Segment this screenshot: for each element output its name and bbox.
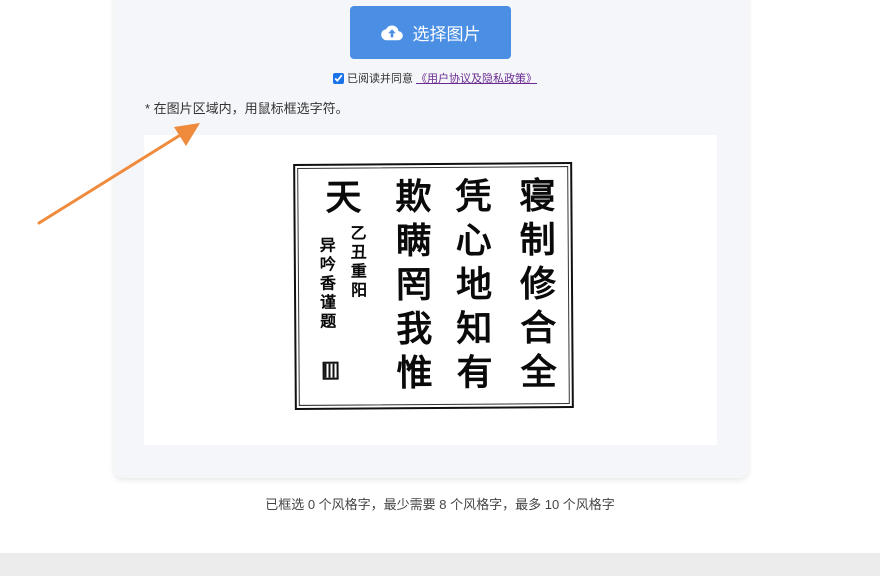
selection-hint: * 在图片区域内，用鼠标框选字符。	[145, 101, 349, 116]
calligraphy-glyph: 凭	[455, 175, 492, 218]
calligraphy-glyph: 地	[455, 263, 493, 306]
calligraphy-glyph: 天	[325, 176, 362, 219]
seal-stamp	[322, 361, 339, 380]
calligraphy-glyph: 制	[519, 219, 556, 262]
page: 选择图片 已阅读并同意 《用户协议及隐私政策》 * 在图片区域内，用鼠标框选字符…	[0, 0, 880, 576]
inscription-glyph: 阳	[350, 280, 368, 300]
cloud-upload-icon	[380, 25, 403, 41]
inscription-column-2: 异吟香谨题	[320, 236, 337, 333]
agreement-row: 已阅读并同意 《用户协议及隐私政策》	[331, 70, 537, 86]
calligraphy-column-1: 寝制修合全	[519, 175, 557, 398]
calligraphy-glyph: 知	[456, 307, 493, 350]
inscription-glyph: 题	[320, 311, 337, 331]
selection-status: 已框选 0 个风格字，最少需要 8 个风格字，最多 10 个风格字	[265, 497, 615, 512]
calligraphy-glyph: 心	[455, 219, 492, 262]
calligraphy-glyph: 有	[456, 351, 493, 394]
calligraphy-column-2: 凭心地知有	[455, 175, 493, 399]
calligraphy-image[interactable]: 寝制修合全 凭心地知有 欺瞒罔我惟 天 乙丑重阳 异吟香谨题	[293, 162, 574, 410]
agreement-link[interactable]: 《用户协议及隐私政策》	[416, 70, 537, 86]
inscription-column-1: 乙丑重阳	[350, 223, 368, 301]
agreement-checkbox[interactable]	[333, 72, 344, 84]
agreement-label: 已阅读并同意	[347, 73, 413, 85]
calligraphy-column-4: 天	[325, 176, 362, 224]
calligraphy-glyph: 欺	[395, 176, 432, 219]
calligraphy-glyph: 合	[520, 307, 557, 350]
calligraphy-glyph: 惟	[396, 352, 433, 395]
calligraphy-glyph: 瞒	[395, 220, 432, 263]
calligraphy-glyph: 我	[396, 308, 433, 351]
select-image-button[interactable]: 选择图片	[350, 6, 511, 59]
calligraphy-glyph: 修	[519, 263, 557, 306]
calligraphy-column-3: 欺瞒罔我惟	[395, 176, 433, 399]
select-image-label: 选择图片	[412, 25, 481, 44]
footer-bar	[0, 553, 880, 576]
calligraphy-glyph: 罔	[395, 264, 433, 307]
image-area[interactable]: 寝制修合全 凭心地知有 欺瞒罔我惟 天 乙丑重阳 异吟香谨题	[144, 135, 717, 445]
calligraphy-glyph: 全	[520, 351, 557, 394]
calligraphy-glyph: 寝	[519, 175, 556, 218]
